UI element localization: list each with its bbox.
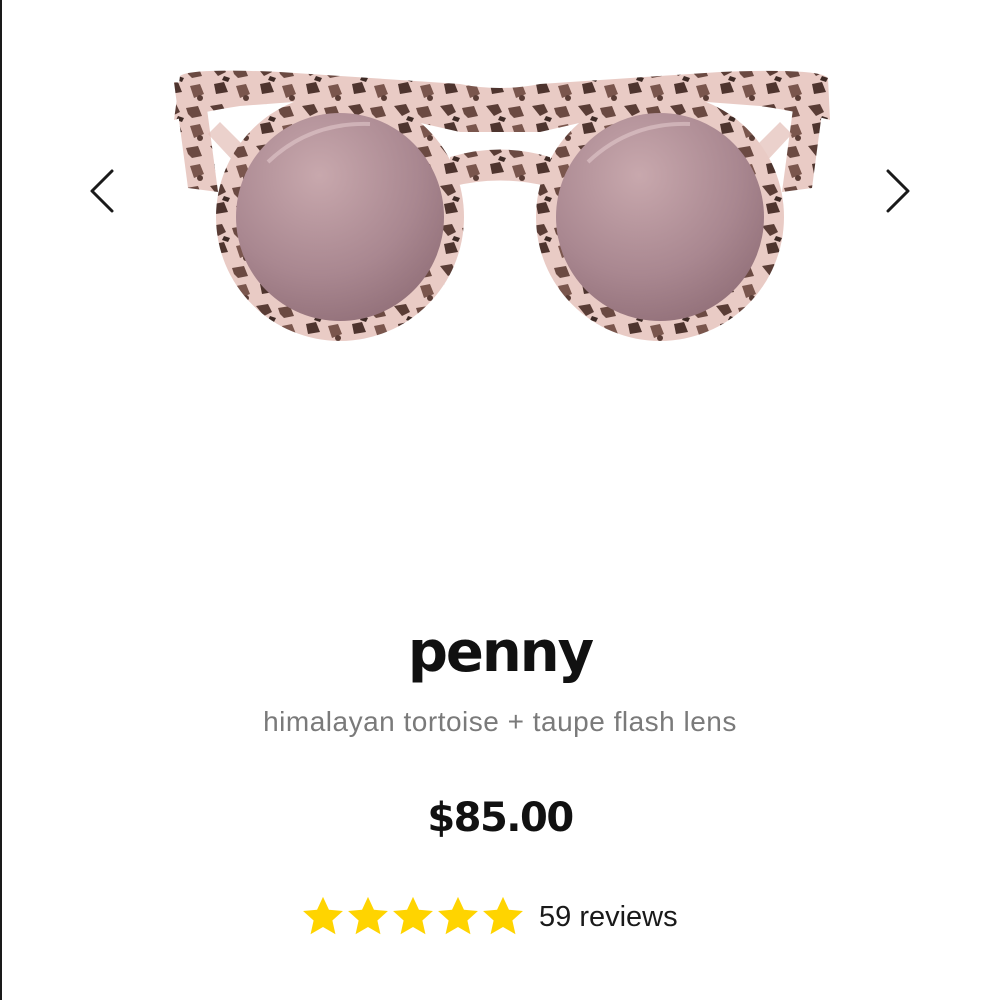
star-icon [348, 896, 388, 935]
sunglasses-icon [174, 70, 830, 341]
chevron-left-icon [90, 169, 114, 213]
chevron-right-icon [886, 169, 910, 213]
product-variant: himalayan tortoise + taupe flash lens [263, 706, 737, 737]
rating-row[interactable]: 59 reviews [300, 894, 678, 940]
star-icon [393, 896, 433, 935]
page-left-border [0, 0, 2, 1000]
product-price: $85.00 [427, 795, 574, 841]
star-icon [483, 896, 523, 935]
carousel-next-button[interactable] [878, 165, 918, 217]
product-name: penny [407, 620, 594, 685]
review-count-link[interactable]: 59 reviews [539, 901, 678, 934]
star-icon [438, 896, 478, 935]
star-rating [300, 894, 525, 940]
carousel-prev-button[interactable] [82, 165, 122, 217]
star-icon [303, 896, 343, 935]
product-image [160, 62, 840, 342]
